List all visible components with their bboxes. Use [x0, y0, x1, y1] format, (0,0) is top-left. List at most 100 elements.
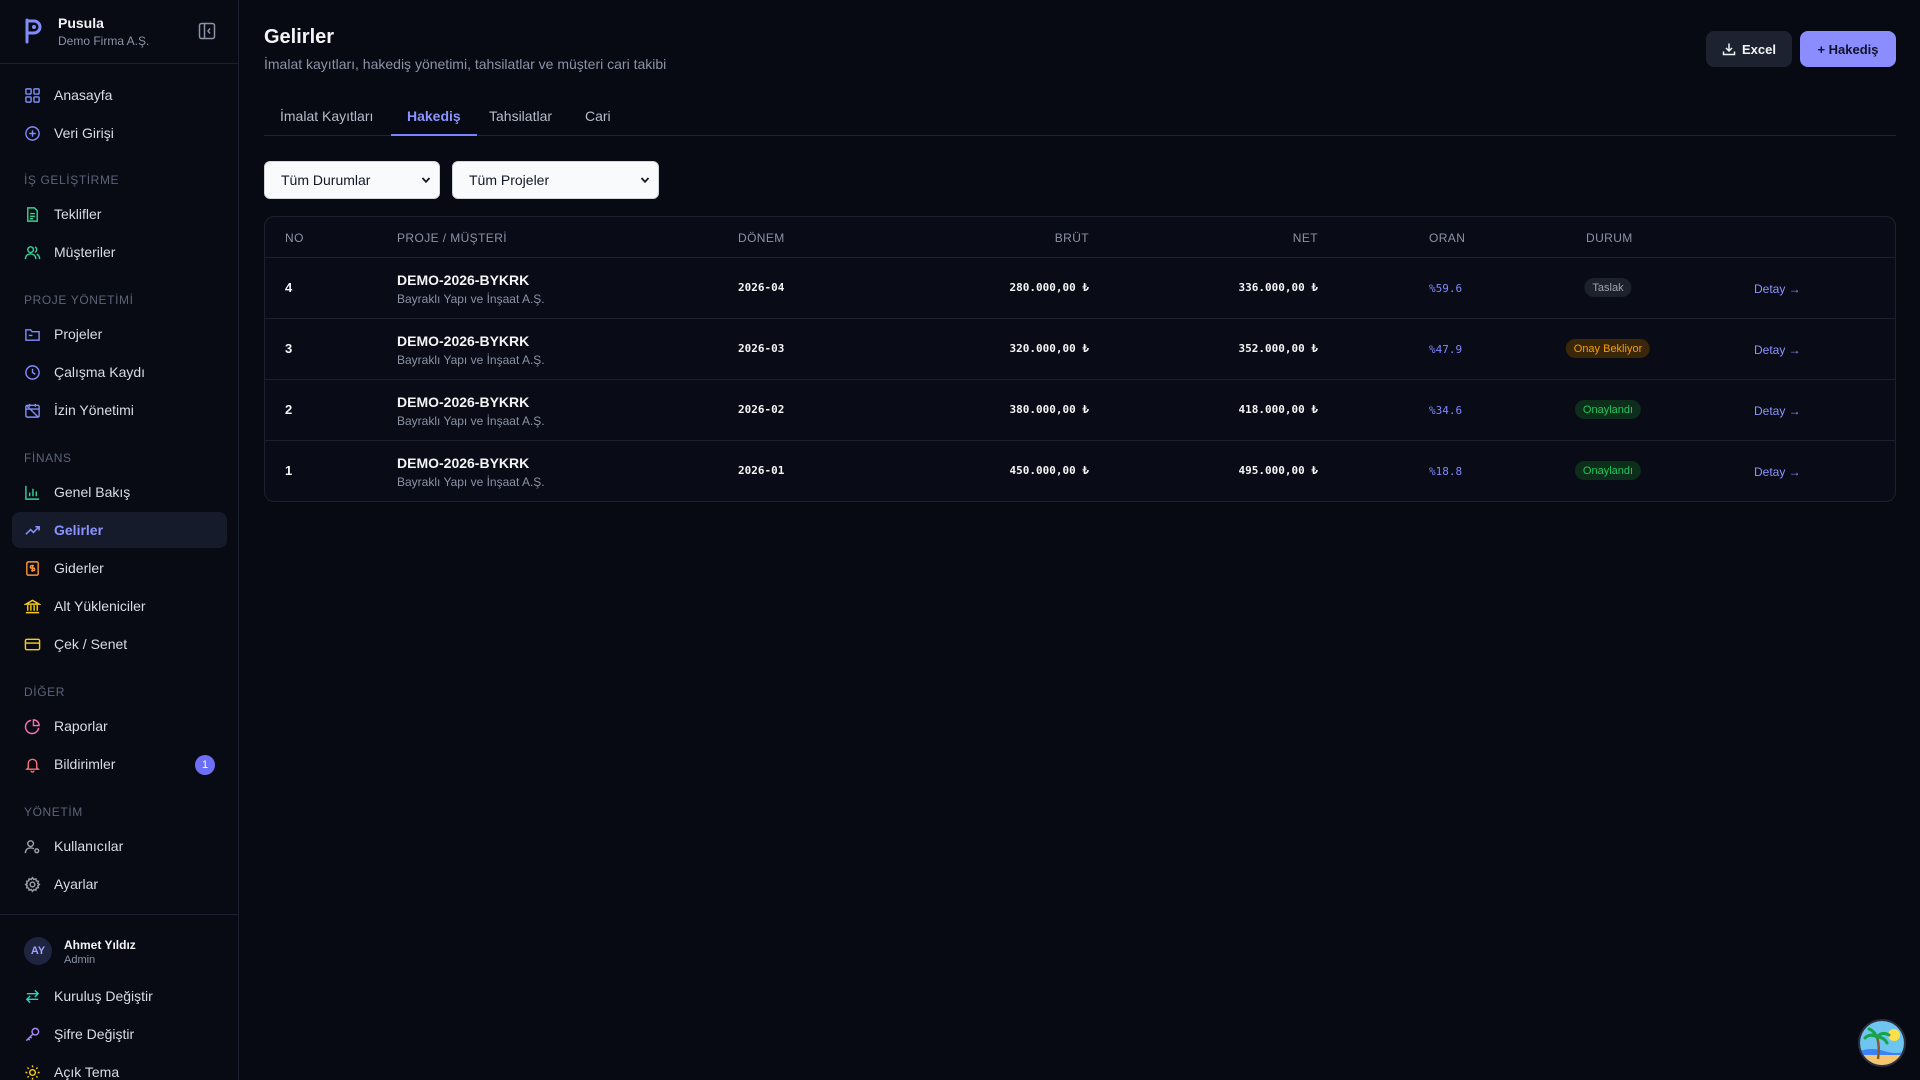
- main-content: Gelirler İmalat kayıtları, hakediş yönet…: [264, 0, 1896, 1080]
- divider: [0, 63, 239, 64]
- add-hakedis-button[interactable]: + Hakediş: [1800, 31, 1896, 67]
- sidebar-item-label: İzin Yönetimi: [54, 402, 134, 418]
- detail-link[interactable]: Detay →: [1754, 343, 1801, 357]
- sidebar-item-label: Alt Yükleniciler: [54, 598, 146, 614]
- excel-export-button[interactable]: Excel: [1706, 31, 1792, 67]
- sidebar-item-label: Kuruluş Değiştir: [54, 988, 153, 1004]
- page-subtitle: İmalat kayıtları, hakediş yönetimi, tahs…: [264, 56, 667, 72]
- table-row[interactable]: 4 DEMO-2026-BYKRK Bayraklı Yapı ve İnşaa…: [265, 258, 1895, 319]
- status-filter-select[interactable]: Tüm Durumlar: [264, 161, 440, 199]
- column-header-period: DÖNEM: [738, 231, 785, 245]
- period: 2026-04: [738, 281, 785, 294]
- credit-card-icon: [24, 638, 41, 650]
- sidebar-item-anasayfa[interactable]: Anasayfa: [12, 77, 227, 113]
- pie-chart-icon: [24, 718, 40, 734]
- sidebar-item-label: Projeler: [54, 326, 103, 342]
- sidebar-item-veri-girisi[interactable]: Veri Girişi: [12, 115, 227, 151]
- assistant-launcher-icon[interactable]: [1858, 1019, 1906, 1067]
- sidebar-item-teklifler[interactable]: Teklifler: [12, 196, 227, 232]
- brand[interactable]: Pusula Demo Firma A.Ş.: [24, 14, 224, 64]
- user-profile[interactable]: AY Ahmet Yıldız Admin: [24, 937, 224, 971]
- net-amount: 352.000,00 ₺: [1238, 342, 1318, 355]
- bell-icon: [25, 758, 40, 773]
- rate: %34.6: [1429, 404, 1463, 417]
- palm-beach-icon: [1860, 1021, 1904, 1065]
- download-icon: [1722, 43, 1736, 56]
- bank-icon: [24, 599, 41, 613]
- section-label-yonetim: YÖNETİM: [24, 805, 83, 819]
- users-icon: [24, 245, 41, 259]
- sidebar-item-label: Teklifler: [54, 206, 102, 222]
- brand-company: Demo Firma A.Ş.: [58, 34, 150, 48]
- sidebar-item-raporlar[interactable]: Raporlar: [12, 708, 227, 744]
- sidebar-item-kurulus-degistir[interactable]: Kuruluş Değiştir: [12, 978, 227, 1014]
- net-amount: 418.000,00 ₺: [1238, 403, 1318, 416]
- table-row[interactable]: 2 DEMO-2026-BYKRK Bayraklı Yapı ve İnşaa…: [265, 380, 1895, 441]
- table-row[interactable]: 1 DEMO-2026-BYKRK Bayraklı Yapı ve İnşaa…: [265, 441, 1895, 501]
- sidebar-item-label: Veri Girişi: [54, 125, 114, 141]
- sidebar-item-label: Raporlar: [54, 718, 108, 734]
- sidebar: Pusula Demo Firma A.Ş. Anasayfa Veri Gir…: [0, 0, 239, 1080]
- customer-name: Bayraklı Yapı ve İnşaat A.Ş.: [397, 414, 545, 428]
- section-label-finans: FİNANS: [24, 451, 72, 465]
- tab-cari[interactable]: Cari: [569, 108, 627, 136]
- sidebar-item-label: Anasayfa: [54, 87, 113, 103]
- column-header-gross: BRÜT: [1054, 231, 1089, 245]
- sidebar-item-label: Giderler: [54, 560, 104, 576]
- rate: %47.9: [1429, 343, 1463, 356]
- project-filter-value: Tüm Projeler: [469, 172, 550, 188]
- period: 2026-01: [738, 464, 785, 477]
- user-cog-icon: [24, 839, 40, 853]
- sidebar-item-genel-bakis[interactable]: Genel Bakış: [12, 474, 227, 510]
- tab-imalat-kayitlari[interactable]: İmalat Kayıtları: [264, 108, 389, 136]
- row-number: 3: [285, 341, 293, 356]
- calendar-off-icon: [25, 403, 40, 418]
- sidebar-item-label: Çek / Senet: [54, 636, 128, 652]
- tab-hakedis[interactable]: Hakediş: [391, 98, 477, 136]
- section-label-diger: DİĞER: [24, 685, 66, 699]
- status-badge: Onaylandı: [1574, 461, 1642, 480]
- excel-button-label: Excel: [1742, 41, 1776, 57]
- sidebar-item-projeler[interactable]: Projeler: [12, 316, 227, 352]
- plus-circle-icon: [25, 125, 40, 141]
- sidebar-item-kullanicilar[interactable]: Kullanıcılar: [12, 828, 227, 864]
- divider: [0, 914, 239, 915]
- gross-amount: 450.000,00 ₺: [1009, 464, 1089, 477]
- detail-link[interactable]: Detay →: [1754, 404, 1801, 418]
- table-row[interactable]: 3 DEMO-2026-BYKRK Bayraklı Yapı ve İnşaa…: [265, 319, 1895, 380]
- sidebar-item-musteriler[interactable]: Müşteriler: [12, 234, 227, 270]
- detail-link[interactable]: Detay →: [1754, 465, 1801, 479]
- page-title: Gelirler: [264, 26, 335, 48]
- brand-logo-icon: [25, 18, 42, 44]
- sidebar-collapse-icon[interactable]: [198, 22, 216, 40]
- folder-icon: [25, 328, 40, 341]
- clock-icon: [25, 364, 40, 380]
- sidebar-item-alt-yukleniciler[interactable]: Alt Yükleniciler: [12, 588, 227, 624]
- chevron-down-icon: [421, 177, 431, 184]
- sidebar-item-gelirler[interactable]: Gelirler: [12, 512, 227, 548]
- chevron-down-icon: [640, 177, 650, 184]
- section-label-is-gelistirme: İŞ GELİŞTİRME: [24, 173, 120, 187]
- project-code: DEMO-2026-BYKRK: [397, 455, 530, 471]
- period: 2026-03: [738, 342, 785, 355]
- row-number: 4: [285, 280, 293, 295]
- sidebar-item-bildirimler[interactable]: Bildirimler 1: [12, 746, 227, 782]
- sidebar-item-acik-tema[interactable]: Açık Tema: [12, 1054, 227, 1080]
- sidebar-item-ayarlar[interactable]: Ayarlar: [12, 866, 227, 902]
- status-badge: Onay Bekliyor: [1565, 339, 1651, 358]
- detail-link[interactable]: Detay →: [1754, 282, 1801, 296]
- row-number: 2: [285, 402, 293, 417]
- tab-tahsilatlar[interactable]: Tahsilatlar: [473, 108, 568, 136]
- sidebar-item-izin-yonetimi[interactable]: İzin Yönetimi: [12, 392, 227, 428]
- project-filter-select[interactable]: Tüm Projeler: [452, 161, 659, 199]
- sidebar-item-giderler[interactable]: Giderler: [12, 550, 227, 586]
- sidebar-item-cek-senet[interactable]: Çek / Senet: [12, 626, 227, 662]
- receipt-icon: [26, 560, 39, 576]
- sidebar-item-label: Çalışma Kaydı: [54, 364, 146, 380]
- sidebar-item-calisma-kaydi[interactable]: Çalışma Kaydı: [12, 354, 227, 390]
- key-icon: [25, 1027, 40, 1041]
- sidebar-item-label: Genel Bakış: [54, 484, 131, 500]
- notification-count-badge: 1: [195, 755, 215, 775]
- sidebar-item-sifre-degistir[interactable]: Şifre Değiştir: [12, 1016, 227, 1052]
- rate: %59.6: [1429, 282, 1463, 295]
